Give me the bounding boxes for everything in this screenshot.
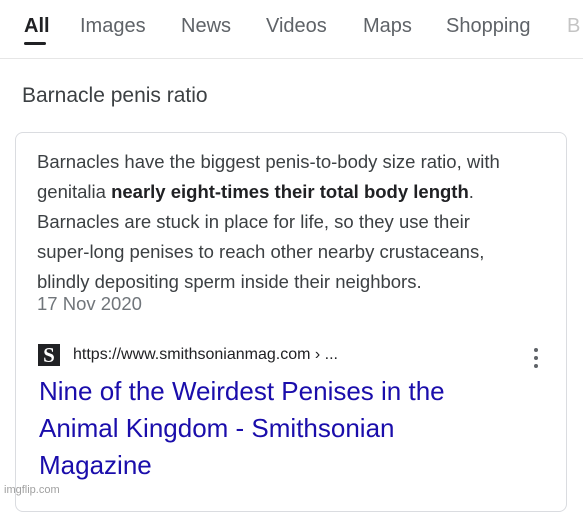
snippet-line: Barnacles are stuck in place for life, s… [37,211,470,232]
tab-all[interactable]: All [24,12,50,40]
tab-images[interactable]: Images [80,12,146,40]
snippet-line: genitalia nearly eight-times their total… [37,177,547,207]
tab-shopping[interactable]: Shopping [446,12,531,40]
tab-news[interactable]: News [181,12,231,40]
snippet-date: 17 Nov 2020 [37,293,142,314]
snippet-text: Barnacles have the biggest penis-to-body… [37,147,547,297]
snippet-line: super-long penises to reach other nearby… [37,241,485,262]
active-tab-indicator [24,42,46,45]
tab-videos[interactable]: Videos [266,12,327,40]
tab-maps[interactable]: Maps [363,12,412,40]
snippet-text-segment: . [468,181,474,202]
featured-snippet-card: Barnacles have the biggest penis-to-body… [15,132,567,512]
tab-books-partial[interactable]: B [567,12,580,40]
snippet-highlight: nearly eight-times their total body leng… [111,181,469,202]
snippet-text-segment: genitalia [37,181,112,202]
result-title-line: Magazine [39,450,152,480]
snippet-line: Barnacles have the biggest penis-to-body… [37,151,500,172]
search-tabs: All Images News Videos Maps Shopping B [0,0,583,59]
result-title-link[interactable]: Nine of the Weirdest Penises in the Anim… [39,373,539,484]
source-url[interactable]: https://www.smithsonianmag.com › ... [73,343,338,367]
search-query-heading: Barnacle penis ratio [22,84,208,107]
more-vert-icon [534,364,538,368]
imgflip-watermark: imgflip.com [4,484,60,496]
result-title-line: Nine of the Weirdest Penises in the [39,376,445,406]
result-title-line: Animal Kingdom - Smithsonian [39,413,395,443]
more-vert-icon [534,348,538,352]
smithsonian-favicon-icon: S [38,344,60,366]
more-vert-icon [534,356,538,360]
more-options-button[interactable] [526,345,546,371]
